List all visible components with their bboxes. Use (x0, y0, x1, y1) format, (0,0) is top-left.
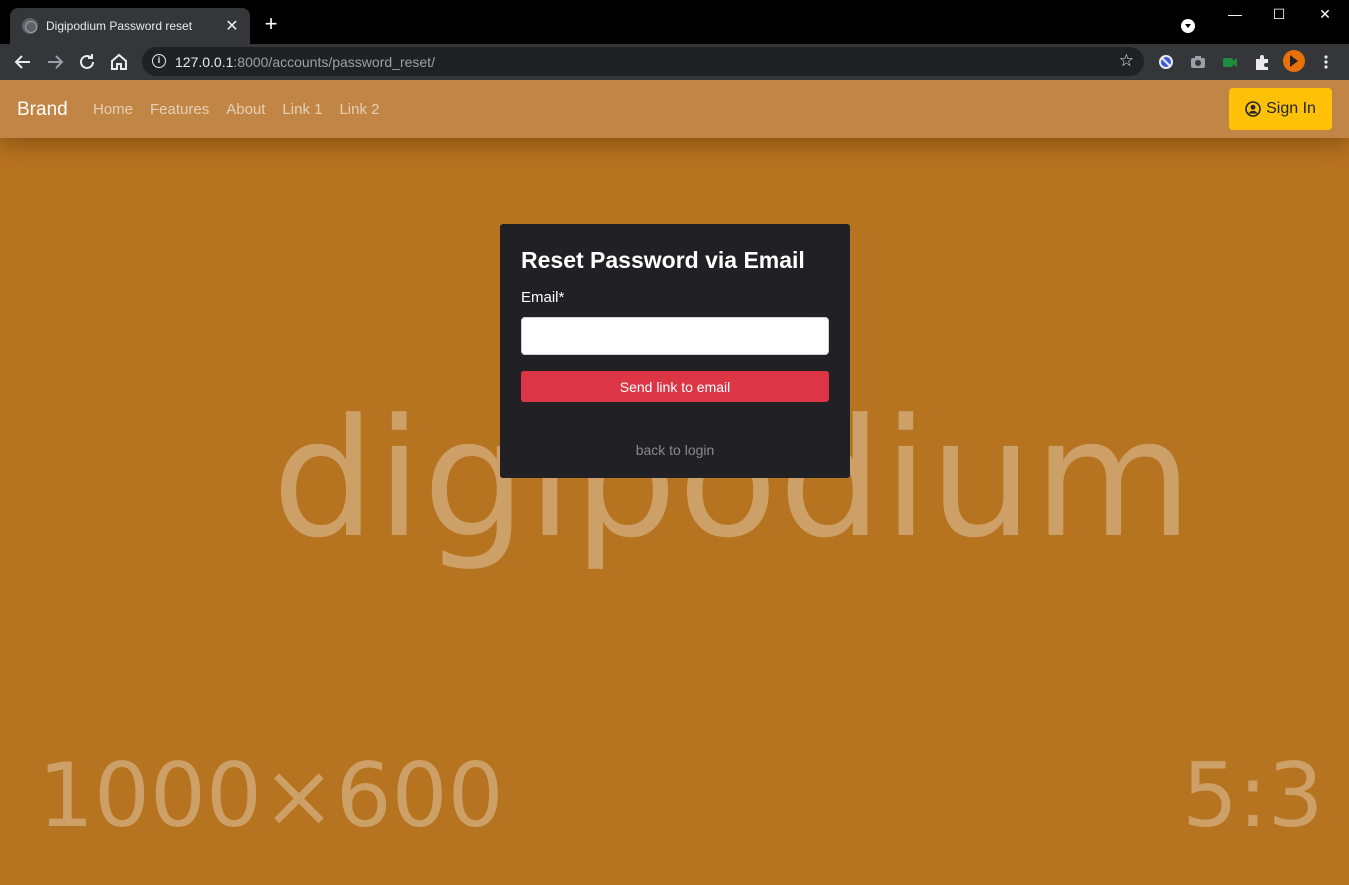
background-ratio-text: 5:3 (1182, 744, 1324, 847)
tab-title: Digipodium Password reset (46, 19, 193, 33)
nav-link-features[interactable]: Features (150, 101, 209, 118)
site-navbar: Brand Home Features About Link 1 Link 2 … (0, 80, 1349, 138)
page-viewport: digipodium 1000×600 5:3 Brand Home Featu… (0, 80, 1349, 885)
url-text[interactable]: 127.0.0.1:8000/accounts/password_reset/ (175, 54, 435, 70)
brand-link[interactable]: Brand (17, 99, 68, 121)
minimize-button[interactable]: — (1220, 6, 1250, 26)
nav-links: Home Features About Link 1 Link 2 (93, 101, 379, 118)
kebab-menu-icon[interactable] (1318, 53, 1334, 71)
back-arrow-icon[interactable] (11, 50, 35, 74)
browser-tab[interactable]: Digipodium Password reset ✕ (10, 8, 250, 44)
site-info-icon[interactable]: i (152, 54, 166, 68)
address-bar[interactable]: i 127.0.0.1:8000/accounts/password_reset… (142, 47, 1144, 76)
blocker-extension-icon[interactable] (1157, 53, 1175, 71)
browser-toolbar: i 127.0.0.1:8000/accounts/password_reset… (0, 44, 1349, 80)
url-path: :8000/accounts/password_reset/ (233, 54, 435, 70)
reload-icon[interactable] (75, 50, 99, 74)
maximize-button[interactable]: ☐ (1264, 6, 1294, 26)
email-input[interactable] (521, 317, 829, 355)
sign-in-label: Sign In (1266, 100, 1316, 117)
meet-extension-icon[interactable] (1221, 53, 1239, 71)
home-icon[interactable] (107, 50, 131, 74)
nav-link-home[interactable]: Home (93, 101, 133, 118)
send-link-button[interactable]: Send link to email (521, 371, 829, 402)
sign-in-button[interactable]: Sign In (1229, 88, 1332, 130)
background-size-text: 1000×600 (38, 744, 504, 847)
puzzle-extensions-icon[interactable] (1253, 53, 1271, 71)
tab-close-icon[interactable]: ✕ (224, 16, 240, 36)
email-label: Email* (521, 289, 565, 306)
user-circle-icon (1245, 101, 1261, 117)
reset-password-card: Reset Password via Email Email* Send lin… (500, 224, 850, 478)
url-host: 127.0.0.1 (175, 54, 234, 70)
forward-arrow-icon[interactable] (43, 50, 67, 74)
globe-icon (22, 18, 38, 34)
nav-link-about[interactable]: About (226, 101, 265, 118)
browser-title-bar: Digipodium Password reset ✕ + — ☐ ✕ (0, 0, 1349, 44)
nav-link-link-2[interactable]: Link 2 (339, 101, 379, 118)
tab-search-icon[interactable] (1181, 19, 1195, 33)
camera-extension-icon[interactable] (1189, 53, 1207, 71)
close-window-button[interactable]: ✕ (1310, 6, 1340, 26)
new-tab-button[interactable]: + (260, 13, 282, 35)
nav-link-link-1[interactable]: Link 1 (282, 101, 322, 118)
card-title: Reset Password via Email (521, 247, 805, 273)
back-to-login-link[interactable]: back to login (500, 442, 850, 458)
profile-avatar-icon[interactable] (1283, 50, 1305, 72)
bookmark-star-icon[interactable]: ☆ (1119, 51, 1134, 71)
